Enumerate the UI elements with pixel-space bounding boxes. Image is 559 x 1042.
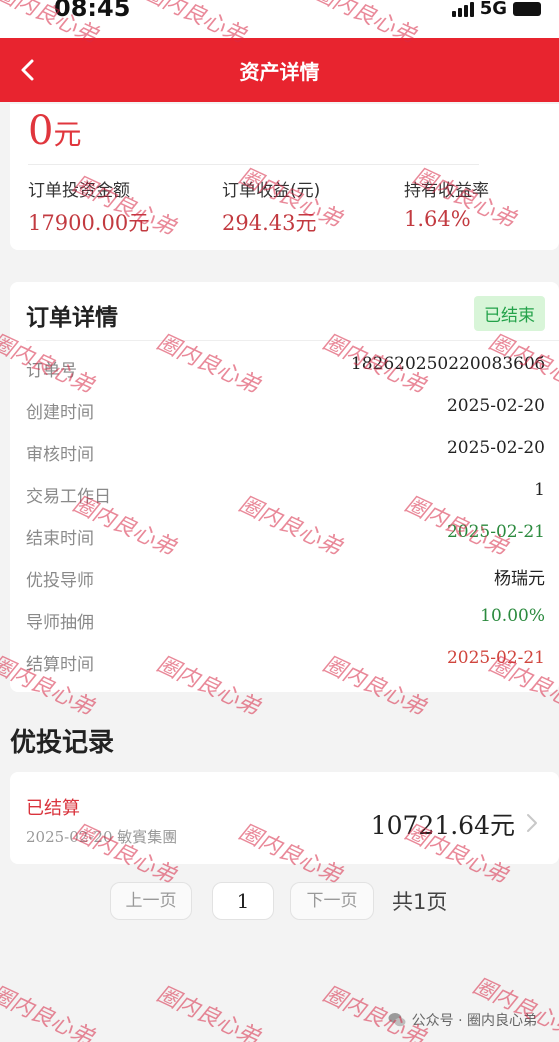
detail-label: 创建时间 — [26, 403, 94, 423]
record-date: 2025-02-20 — [26, 828, 113, 846]
detail-label: 交易工作日 — [26, 487, 111, 507]
detail-label: 审核时间 — [26, 445, 94, 465]
watermark: 圈内良心弟 — [0, 981, 98, 1042]
watermark: 圈内良心弟 — [152, 981, 264, 1042]
detail-value: 2025-02-20 — [446, 396, 545, 416]
pagination: 上一页 1 下一页 共1页 — [110, 882, 510, 922]
record-status: 已结算 — [26, 798, 80, 819]
detail-value: 杨瑞元 — [494, 569, 545, 589]
detail-row-created: 创建时间 2025-02-20 — [26, 396, 545, 426]
record-item[interactable]: 已结算 2025-02-20 敏賓集團 10721.64元 — [10, 772, 559, 864]
detail-row-end-time: 结束时间 2025-02-21 — [26, 522, 545, 552]
record-company: 敏賓集團 — [117, 828, 178, 846]
divider — [28, 164, 479, 165]
summary-card: 0元 订单投资金额 17900.00元 订单收益(元) 294.43元 持有收益… — [10, 104, 559, 250]
detail-value: 18262025022008360б — [350, 354, 545, 374]
chevron-right-icon — [527, 814, 537, 832]
stat-value: 17900.00元 — [28, 211, 150, 235]
detail-value: 2025-02-21 — [446, 522, 545, 542]
network-label: 5G — [479, 0, 507, 19]
total-unit: 元 — [53, 118, 82, 151]
detail-value: 1 — [534, 480, 545, 500]
order-details-card: 订单详情 已结束 订单号 18262025022008360б 创建时间 202… — [10, 282, 559, 692]
footer-source-label: 公众号 · 圈内良心弟 — [411, 1013, 537, 1029]
records-title: 优投记录 — [10, 728, 115, 758]
stat-value: 1.64% — [404, 207, 471, 231]
detail-row-trading-days: 交易工作日 1 — [26, 480, 545, 510]
signal-icon — [451, 1, 474, 17]
detail-label: 优投导师 — [26, 571, 94, 591]
status-bar: 08:45 5G — [0, 0, 559, 38]
detail-row-order-id: 订单号 18262025022008360б — [26, 354, 545, 384]
detail-label: 导师抽佣 — [26, 613, 94, 633]
divider — [26, 340, 559, 341]
detail-value: 2025-02-20 — [446, 438, 545, 458]
current-page[interactable]: 1 — [212, 882, 274, 920]
footer-source: 公众号 · 圈内良心弟 — [388, 1010, 537, 1030]
detail-label: 结算时间 — [26, 655, 94, 675]
section-title: 订单详情 — [26, 305, 118, 331]
stat-label: 订单收益(元) — [222, 181, 321, 201]
detail-row-settlement: 结算时间 2025-02-21 — [26, 648, 545, 678]
detail-row-commission: 导师抽佣 10.00% — [26, 606, 545, 636]
stat-investment: 订单投资金额 17900.00元 — [28, 176, 149, 237]
record-meta: 2025-02-20 敏賓集團 — [26, 826, 177, 847]
status-time: 08:45 — [54, 0, 131, 22]
next-page-button[interactable]: 下一页 — [290, 882, 374, 920]
detail-value: 10.00% — [480, 606, 545, 626]
total-assets: 0元 — [28, 108, 81, 154]
page-title: 资产详情 — [239, 60, 320, 84]
detail-value: 2025-02-21 — [446, 648, 545, 668]
stat-value: 294.43元 — [222, 211, 317, 235]
stat-label: 订单投资金额 — [28, 181, 130, 201]
wechat-icon — [388, 1013, 406, 1027]
battery-icon — [513, 1, 541, 16]
nav-bar: 资产详情 — [0, 38, 559, 102]
detail-row-mentor: 优投导师 杨瑞元 — [26, 564, 545, 594]
status-indicators: 5G — [451, 0, 541, 19]
status-badge: 已结束 — [474, 296, 545, 331]
watermark: 圈内良心弟 — [468, 973, 559, 1042]
detail-label: 结束时间 — [26, 529, 94, 549]
stat-label: 持有收益率 — [404, 181, 489, 201]
total-value: 0 — [28, 108, 54, 154]
stat-earnings: 订单收益(元) 294.43元 — [222, 176, 320, 237]
detail-row-reviewed: 审核时间 2025-02-20 — [26, 438, 545, 468]
page-total: 共1页 — [392, 890, 448, 914]
prev-page-button[interactable]: 上一页 — [110, 882, 192, 920]
detail-label: 订单号 — [26, 361, 77, 381]
stat-yield: 持有收益率 1.64% — [404, 176, 489, 231]
record-amount: 10721.64元 — [370, 811, 515, 840]
